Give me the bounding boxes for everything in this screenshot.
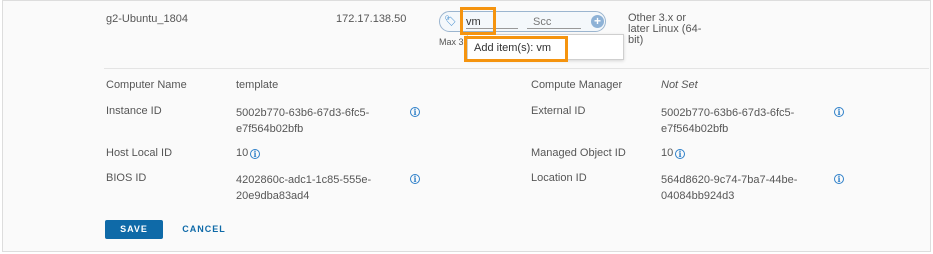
computer-name-label: Computer Name [106,79,187,91]
location-id-line: 04084bb924d3 [661,190,735,202]
external-id-label: External ID [531,105,586,117]
info-icon[interactable]: i [410,174,420,184]
host-local-id-value: 10 [236,147,249,159]
instance-id-line: e7f564b02bfb [236,123,304,135]
location-id-label: Location ID [531,172,587,184]
host-local-id-label: Host Local ID [106,147,173,159]
save-button[interactable]: SAVE [105,220,163,239]
vm-ip-address: 172.17.138.50 [336,13,407,25]
divider [104,68,929,69]
highlight-tag-input [460,7,496,35]
scope-input[interactable]: Scc [527,16,581,29]
max-tags-note: Max 3 [439,37,464,47]
external-id-line: 5002b770-63b6-67d3-6fc5- [661,107,795,119]
location-id-line: 564d8620-9c74-7ba7-44be- [661,174,798,186]
vm-os-line: bit) [628,34,644,46]
bios-id-value: 4202860c-adc1-1c85-555e- 20e9dba83ad4 [236,172,371,204]
info-icon[interactable]: i [675,149,685,159]
tag-icon: 🏷︎ [444,16,457,27]
managed-object-id-label: Managed Object ID [531,147,626,159]
computer-name-value: template [236,79,279,91]
instance-id-value: 5002b770-63b6-67d3-6fc5- e7f564b02bfb [236,105,369,137]
cancel-button[interactable]: CANCEL [175,220,233,239]
highlight-suggestion [464,36,568,62]
external-id-line: e7f564b02bfb [661,123,729,135]
vm-name: g2-Ubuntu_1804 [106,13,188,25]
info-icon[interactable]: i [834,174,844,184]
info-icon[interactable]: i [834,107,844,117]
instance-id-line: 5002b770-63b6-67d3-6fc5- [236,107,370,119]
external-id-value: 5002b770-63b6-67d3-6fc5- e7f564b02bfb [661,105,794,137]
info-icon[interactable]: i [410,107,420,117]
bios-id-line: 20e9dba83ad4 [236,190,310,202]
add-tag-icon[interactable]: + [591,15,604,28]
compute-manager-value: Not Set [661,79,698,91]
vm-os: Other 3.x or later Linux (64- bit) [628,13,701,46]
compute-manager-label: Compute Manager [531,79,623,91]
info-icon[interactable]: i [250,149,260,159]
location-id-value: 564d8620-9c74-7ba7-44be- 04084bb924d3 [661,172,797,204]
instance-id-label: Instance ID [106,105,162,117]
bios-id-line: 4202860c-adc1-1c85-555e- [236,174,372,186]
managed-object-id-value: 10 [661,147,674,159]
bios-id-label: BIOS ID [106,172,147,184]
